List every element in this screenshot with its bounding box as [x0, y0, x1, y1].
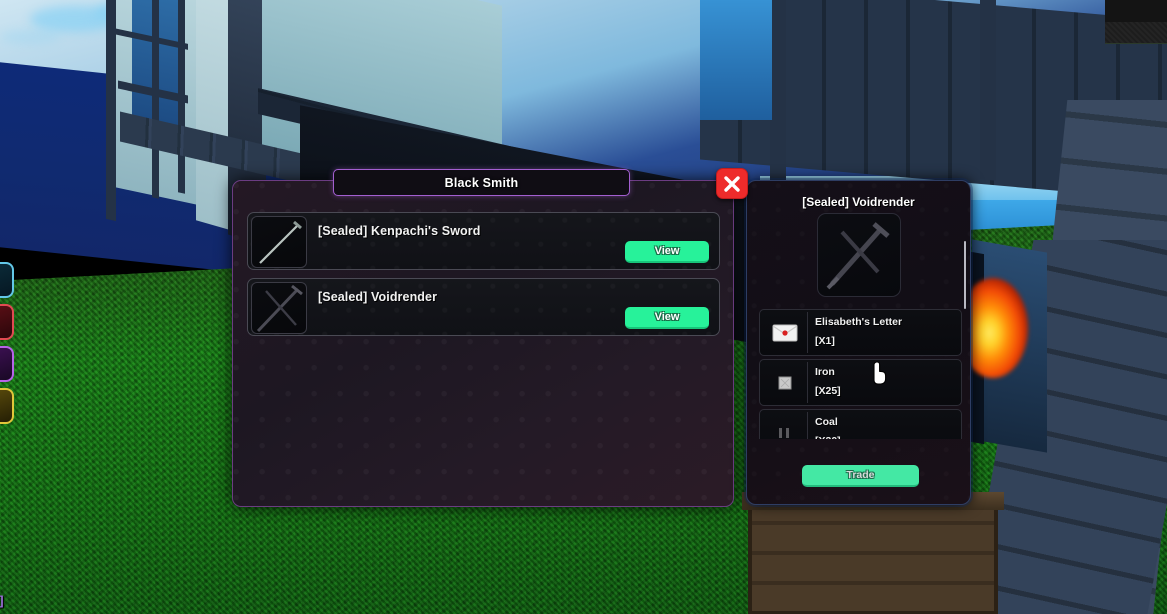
wooden-crate — [748, 505, 998, 614]
list-item[interactable]: Elisabeth's Letter [X1] — [759, 309, 962, 356]
envelope-letter-icon — [772, 324, 797, 341]
ingredient-list[interactable]: Elisabeth's Letter [X1] Iron [X25] Coal — [759, 309, 962, 439]
view-button[interactable]: View — [625, 241, 709, 263]
ingredient-quantity: [X30] — [815, 435, 841, 439]
katana-sword-icon — [259, 220, 302, 264]
list-item[interactable]: Iron [X25] — [759, 359, 962, 406]
item-detail-panel: [Sealed] Voidrender Elisabeth's Letter [… — [746, 180, 971, 505]
hud-corner-text: 0] — [0, 593, 4, 608]
ingredient-icon-box — [762, 362, 808, 403]
close-x-icon — [724, 175, 740, 192]
trade-button-label: Trade — [846, 469, 875, 481]
item-name: [Sealed] Kenpachi's Sword — [318, 224, 481, 238]
view-button[interactable]: View — [625, 307, 709, 329]
ingredient-name: Coal — [815, 416, 838, 428]
table-row[interactable]: [Sealed] Voidrender View — [247, 278, 720, 336]
cross-greatsword-icon — [826, 222, 890, 290]
detail-item-preview — [817, 213, 901, 297]
ingredient-quantity: [X25] — [815, 385, 841, 397]
quick-slot-bar — [0, 262, 14, 430]
page-title: Black Smith — [444, 175, 519, 190]
cross-greatsword-icon — [256, 284, 303, 333]
top-right-hud-sub — [1105, 22, 1167, 43]
iron-ingot-icon — [778, 376, 791, 389]
trade-button[interactable]: Trade — [802, 465, 919, 487]
item-name: [Sealed] Voidrender — [318, 290, 438, 304]
ingredient-list-scrollbar[interactable] — [964, 241, 966, 309]
quick-slot-4[interactable] — [0, 388, 14, 424]
view-button-label: View — [654, 311, 680, 323]
ingredient-name: Iron — [815, 366, 835, 378]
quick-slot-3[interactable] — [0, 346, 14, 382]
shop-title-bar: Black Smith — [333, 169, 630, 196]
top-right-hud-panel[interactable] — [1105, 0, 1167, 44]
close-button[interactable] — [716, 168, 748, 199]
table-row[interactable]: [Sealed] Kenpachi's Sword View — [247, 212, 720, 270]
ingredient-name: Elisabeth's Letter — [815, 316, 903, 328]
item-thumbnail — [251, 282, 307, 334]
blacksmith-shop-window: Black Smith [Sealed] Kenpachi's Sword Vi… — [232, 169, 734, 507]
coal-chunk-icon — [778, 427, 789, 438]
window-frame-beam — [152, 0, 159, 199]
detail-item-title: [Sealed] Voidrender — [802, 195, 915, 209]
quick-slot-2[interactable] — [0, 304, 14, 340]
ingredient-icon-box — [762, 412, 808, 439]
view-button-label: View — [654, 245, 680, 257]
cloud — [0, 30, 60, 44]
shop-item-list[interactable]: [Sealed] Kenpachi's Sword View [Sealed] … — [247, 212, 720, 482]
ingredient-quantity: [X1] — [815, 335, 835, 347]
window-glass — [700, 0, 772, 120]
list-item[interactable]: Coal [X30] — [759, 409, 962, 439]
ingredient-icon-box — [762, 312, 808, 353]
wooden-post — [980, 0, 996, 181]
item-thumbnail — [251, 216, 307, 268]
wooden-post — [770, 0, 786, 191]
quick-slot-1[interactable] — [0, 262, 14, 298]
